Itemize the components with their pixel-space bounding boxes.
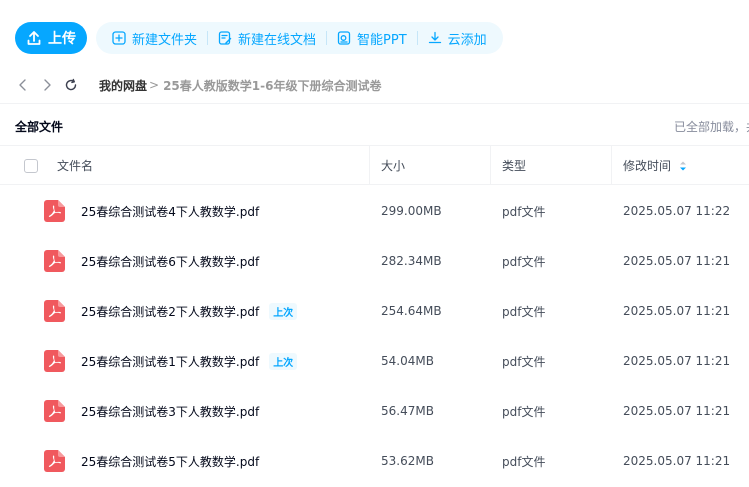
file-name[interactable]: 25春综合测试卷3下人教数学.pdf: [81, 403, 259, 420]
separator: [207, 31, 209, 45]
new-folder-button[interactable]: 新建文件夹: [106, 29, 203, 48]
column-divider: [490, 146, 491, 185]
online-doc-icon: [218, 31, 232, 45]
file-modified: 2025.05.07 11:22: [623, 204, 731, 218]
column-header-type[interactable]: 类型: [502, 146, 526, 185]
upload-button[interactable]: 上传: [15, 22, 87, 54]
table-row[interactable]: 25春综合测试卷2下人教数学.pdf 上次 254.64MB pdf文件 2025.05…: [0, 286, 749, 336]
action-group: 新建文件夹 新建在线文档 智能PPT 云添加: [96, 22, 503, 54]
pdf-file-icon: [44, 450, 65, 472]
back-button[interactable]: [15, 77, 31, 93]
select-all-checkbox[interactable]: [24, 159, 38, 173]
file-name[interactable]: 25春综合测试卷2下人教数学.pdf: [81, 303, 259, 320]
column-divider: [611, 146, 612, 185]
divider: [0, 103, 749, 104]
upload-icon: [27, 31, 41, 45]
column-header-modified[interactable]: 修改时间: [623, 146, 687, 185]
smart-ppt-label: 智能PPT: [357, 32, 407, 48]
file-size: 53.62MB: [381, 454, 434, 468]
file-modified: 2025.05.07 11:21: [623, 354, 731, 368]
cloud-add-button[interactable]: 云添加: [422, 29, 493, 48]
file-name-cell[interactable]: 25春综合测试卷4下人教数学.pdf: [81, 186, 259, 236]
breadcrumb-current: 25春人教版数学1-6年级下册综合测试卷: [163, 78, 382, 93]
separator: [326, 31, 328, 45]
file-name-cell[interactable]: 25春综合测试卷3下人教数学.pdf: [81, 386, 259, 436]
file-type: pdf文件: [502, 404, 546, 419]
forward-button[interactable]: [39, 77, 55, 93]
new-folder-icon: [112, 31, 126, 45]
file-type: pdf文件: [502, 204, 546, 219]
cloud-add-label: 云添加: [447, 32, 487, 48]
pdf-file-icon: [44, 200, 65, 222]
cloud-add-icon: [428, 31, 441, 44]
breadcrumb-bar: 我的网盘 > 25春人教版数学1-6年级下册综合测试卷: [15, 70, 749, 100]
list-title: 全部文件: [15, 120, 64, 134]
column-divider: [369, 146, 370, 185]
chevron-left-icon: [19, 79, 26, 91]
toolbar: 上传 新建文件夹 新建在线文档 智能PPT 云添加: [15, 22, 503, 54]
file-name[interactable]: 25春综合测试卷1下人教数学.pdf: [81, 353, 259, 370]
file-modified: 2025.05.07 11:21: [623, 304, 731, 318]
pdf-file-icon: [44, 350, 65, 372]
new-online-doc-label: 新建在线文档: [238, 32, 317, 48]
file-size: 56.47MB: [381, 404, 434, 418]
file-name-cell[interactable]: 25春综合测试卷2下人教数学.pdf 上次: [81, 286, 298, 336]
file-modified: 2025.05.07 11:21: [623, 404, 731, 418]
file-name[interactable]: 25春综合测试卷4下人教数学.pdf: [81, 203, 259, 220]
recent-badge: 上次: [269, 352, 298, 370]
file-manager-page: 上传 新建文件夹 新建在线文档 智能PPT 云添加 我的网盘 > 25春人教版数…: [0, 0, 749, 487]
file-size: 54.04MB: [381, 354, 434, 368]
table-row[interactable]: 25春综合测试卷1下人教数学.pdf 上次 54.04MB pdf文件 2025.05.…: [0, 336, 749, 386]
file-modified: 2025.05.07 11:21: [623, 254, 731, 268]
smart-ppt-button[interactable]: 智能PPT: [331, 29, 413, 48]
file-type: pdf文件: [502, 454, 546, 469]
pdf-file-icon: [44, 400, 65, 422]
table-row[interactable]: 25春综合测试卷4下人教数学.pdf 299.00MB pdf文件 2025.05.0…: [0, 186, 749, 236]
new-online-doc-button[interactable]: 新建在线文档: [212, 29, 322, 48]
refresh-button[interactable]: [63, 77, 79, 93]
file-modified: 2025.05.07 11:21: [623, 454, 731, 468]
file-size: 282.34MB: [381, 254, 442, 268]
refresh-icon: [65, 78, 77, 91]
pdf-file-icon: [44, 300, 65, 322]
file-type: pdf文件: [502, 354, 546, 369]
file-size: 299.00MB: [381, 204, 442, 218]
breadcrumb-root[interactable]: 我的网盘: [99, 77, 147, 94]
chevron-right-icon: [44, 79, 51, 91]
file-type: pdf文件: [502, 254, 546, 269]
table-row[interactable]: 25春综合测试卷5下人教数学.pdf 53.62MB pdf文件 2025.05.07…: [0, 436, 749, 486]
file-type: pdf文件: [502, 304, 546, 319]
separator: [416, 31, 418, 45]
table-row[interactable]: 25春综合测试卷3下人教数学.pdf 56.47MB pdf文件 2025.05.07…: [0, 386, 749, 436]
column-header-name[interactable]: 文件名: [57, 146, 93, 185]
recent-badge: 上次: [269, 302, 298, 320]
table-header: 文件名 大小 类型 修改时间: [0, 145, 749, 185]
breadcrumb-separator: >: [149, 78, 160, 92]
file-name[interactable]: 25春综合测试卷6下人教数学.pdf: [81, 253, 259, 270]
column-header-size[interactable]: 大小: [381, 146, 405, 185]
file-name-cell[interactable]: 25春综合测试卷1下人教数学.pdf 上次: [81, 336, 298, 386]
table-row[interactable]: 25春综合测试卷6下人教数学.pdf 282.34MB pdf文件 2025.05.0…: [0, 236, 749, 286]
smart-ppt-icon: [337, 31, 351, 45]
file-size: 254.64MB: [381, 304, 442, 318]
file-name-cell[interactable]: 25春综合测试卷6下人教数学.pdf: [81, 236, 259, 286]
file-name[interactable]: 25春综合测试卷5下人教数学.pdf: [81, 453, 259, 470]
column-header-modified-label: 修改时间: [623, 159, 672, 173]
upload-label: 上传: [48, 31, 76, 47]
sort-icon[interactable]: [679, 160, 687, 172]
new-folder-label: 新建文件夹: [132, 32, 198, 48]
loaded-note: 已全部加载，共: [674, 120, 749, 134]
file-name-cell[interactable]: 25春综合测试卷5下人教数学.pdf: [81, 436, 259, 486]
pdf-file-icon: [44, 250, 65, 272]
